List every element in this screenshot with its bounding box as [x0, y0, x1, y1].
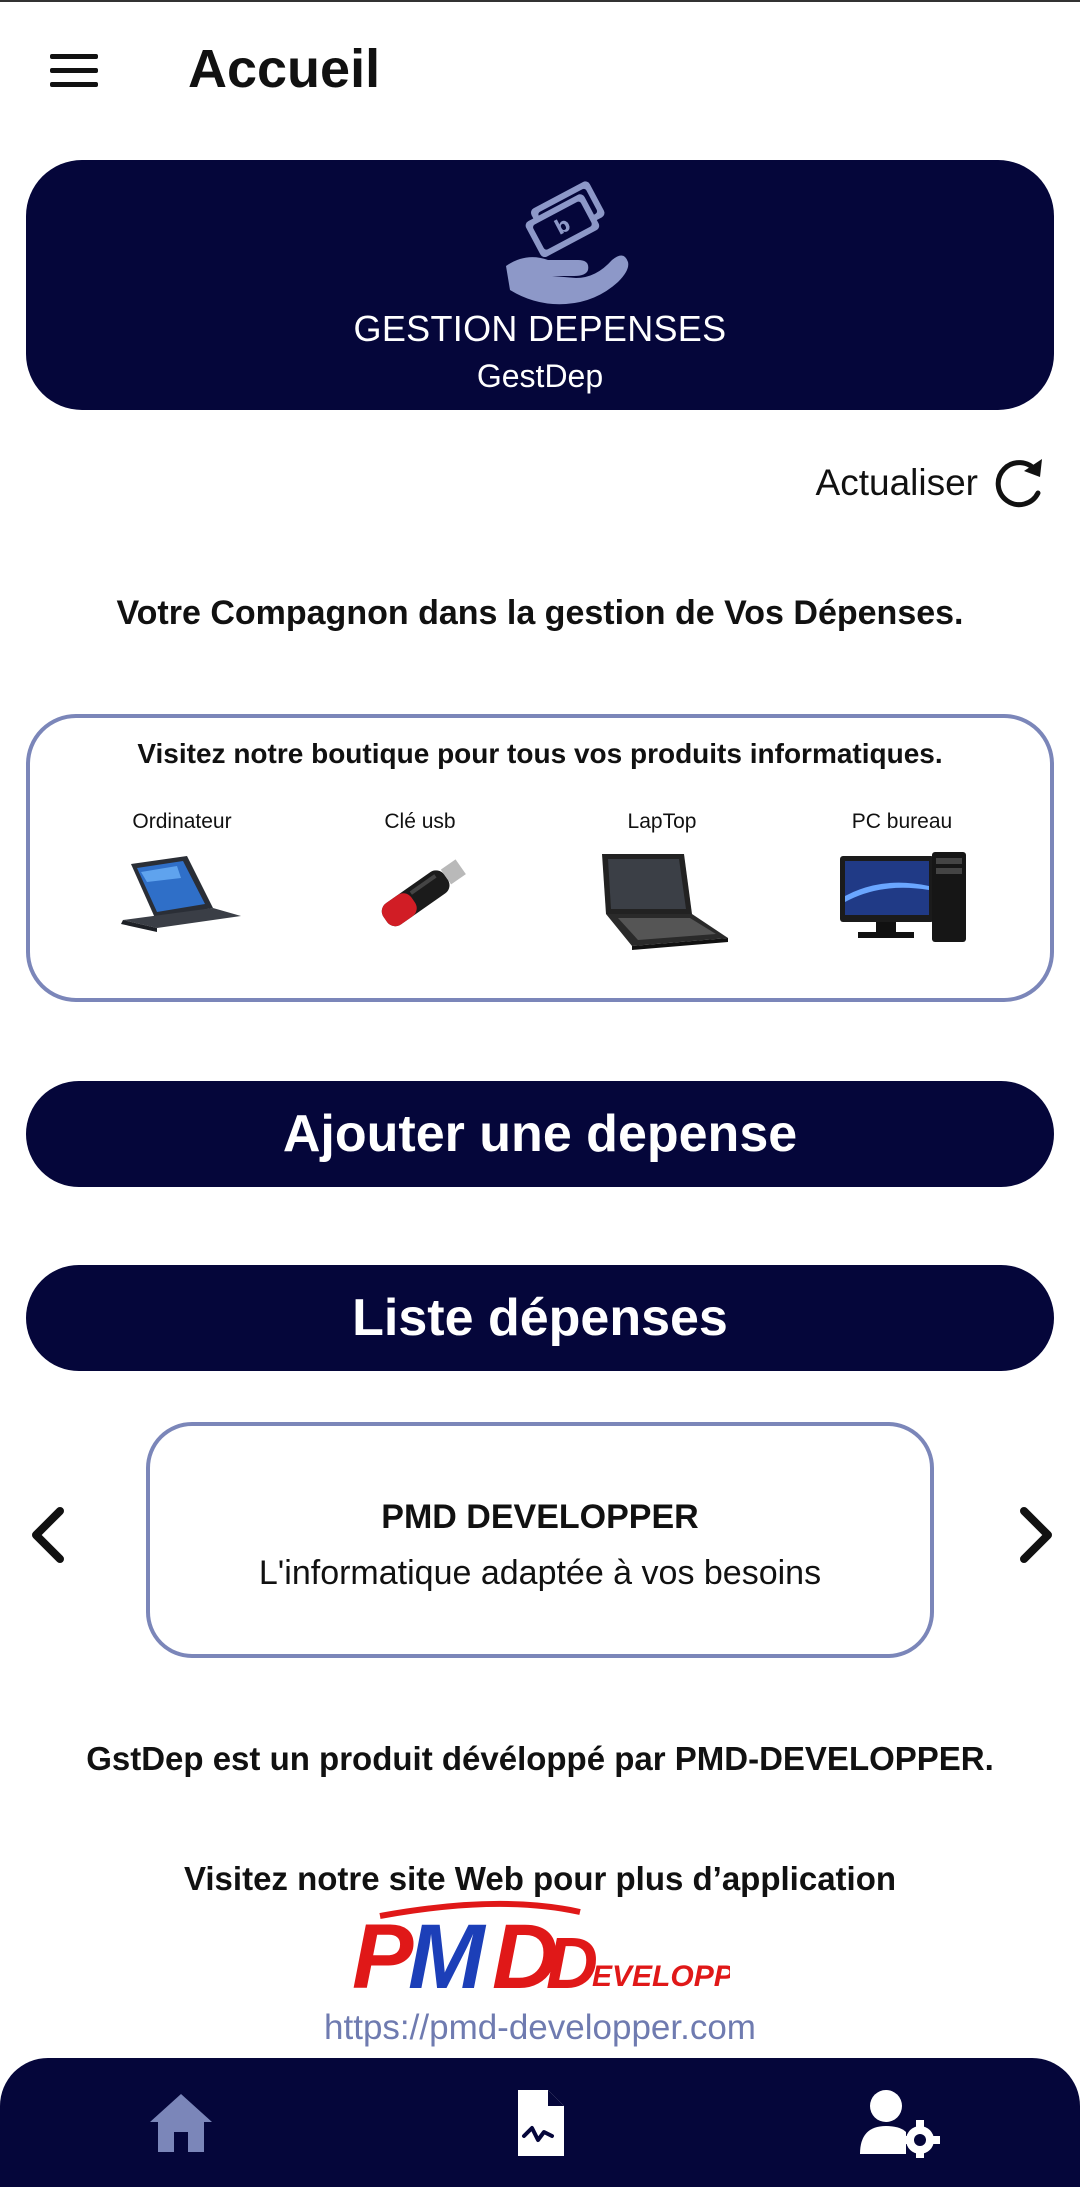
product-label: PC bureau: [851, 810, 953, 833]
product-by-text: GstDep est un produit dévéloppé par PMD-…: [86, 1740, 994, 1777]
svg-text:M: M: [408, 1906, 487, 2002]
carousel-subtitle: L'informatique adaptée à vos besoins: [258, 1554, 822, 1592]
bottom-navigation: [0, 2058, 1080, 2187]
svg-text:P: P: [352, 1906, 414, 2002]
carousel-card[interactable]: PMD DEVELOPPER L'informatique adaptée à …: [146, 1422, 934, 1658]
document-icon[interactable]: [504, 2088, 574, 2158]
add-expense-button[interactable]: Ajouter une depense: [26, 1081, 1054, 1187]
banner-title: GESTION DEPENSES: [353, 308, 727, 349]
product-label: Ordinateur: [132, 810, 232, 833]
tagline: Votre Compagnon dans la gestion de Vos D…: [116, 594, 964, 632]
shop-title: Visitez notre boutique pour tous vos pro…: [137, 738, 943, 769]
laptop-icon: [602, 854, 728, 950]
product-laptop[interactable]: LapTop: [562, 810, 762, 961]
refresh-icon: [995, 459, 1042, 508]
refresh-label: Actualiser: [815, 462, 978, 503]
desktop-pc-icon: [840, 852, 966, 942]
money-hand-icon: b: [506, 181, 629, 305]
user-settings-icon[interactable]: [858, 2088, 942, 2158]
app-bar: Accueil: [0, 0, 1080, 150]
logo-suffix: EVELOPPER: [592, 1960, 730, 1993]
product-cle-usb[interactable]: Clé usb: [320, 810, 520, 941]
website-link[interactable]: https://pmd-developper.com: [0, 2008, 1080, 2048]
page-title: Accueil: [188, 39, 381, 99]
carousel-title: PMD DEVELOPPER: [381, 1498, 699, 1536]
svg-text:D: D: [546, 1924, 598, 2002]
product-pc-bureau[interactable]: PC bureau: [802, 810, 1002, 961]
list-expenses-button[interactable]: Liste dépenses: [26, 1265, 1054, 1371]
chevron-left-icon[interactable]: [20, 1505, 80, 1565]
pmd-developper-logo: P M D D EVELOPPER: [352, 1900, 730, 2002]
hamburger-menu-icon[interactable]: [38, 40, 108, 100]
tablet-laptop-icon: [121, 856, 241, 932]
product-label: Clé usb: [384, 810, 456, 833]
app-banner: b GESTION DEPENSES GestDep: [26, 160, 1054, 410]
home-icon[interactable]: [146, 2088, 216, 2158]
refresh-button[interactable]: Actualiser: [816, 455, 1050, 511]
chevron-right-icon[interactable]: [1004, 1505, 1064, 1565]
product-ordinateur[interactable]: Ordinateur: [82, 810, 282, 941]
shop-card: Visitez notre boutique pour tous vos pro…: [26, 714, 1054, 1002]
banner-subtitle: GestDep: [476, 358, 604, 394]
usb-key-icon: [381, 859, 466, 927]
product-label: LapTop: [627, 810, 697, 833]
